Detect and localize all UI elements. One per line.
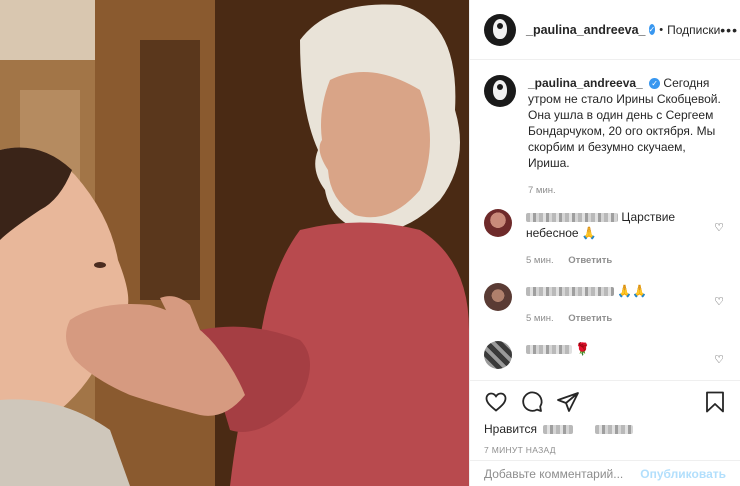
likes-count-redacted[interactable] (594, 424, 633, 434)
comment-item: Царствие небесное 🙏 5 мин. Ответить ♡ (484, 209, 726, 269)
bookmark-icon[interactable] (704, 390, 726, 414)
like-comment-icon[interactable]: ♡ (714, 353, 724, 366)
verified-icon: ✓ (648, 24, 656, 35)
liker-username-redacted[interactable] (542, 424, 573, 434)
reply-button[interactable]: Ответить (568, 255, 612, 266)
more-options-icon[interactable]: ••• (720, 22, 738, 38)
post-header: _paulina_andreeva_ ✓ • Подписки ••• (470, 0, 740, 60)
caption-avatar[interactable] (484, 75, 516, 107)
separator-dot: • (659, 23, 664, 36)
post-side-panel: _paulina_andreeva_ ✓ • Подписки ••• _pau… (469, 0, 740, 486)
heart-icon[interactable] (484, 390, 508, 414)
post-actions: Нравится 7 МИНУТ НАЗАД (470, 380, 740, 455)
add-comment-bar: Добавьте комментарий... Опубликовать (470, 460, 740, 486)
commenter-avatar[interactable] (484, 341, 512, 369)
comment-item: 🙏🙏 5 мин. Ответить ♡ (484, 283, 726, 327)
comment-input[interactable]: Добавьте комментарий... (484, 467, 623, 481)
comment-item: 🌹 ♡ (484, 341, 726, 369)
author-avatar[interactable] (484, 13, 516, 46)
caption-time[interactable]: 7 мин. (528, 183, 726, 199)
commenter-avatar[interactable] (484, 283, 512, 311)
likes-row: Нравится (484, 421, 726, 437)
comments-scroll-area[interactable]: _paulina_andreeva_ ✓ Сегодня утром не ст… (470, 61, 740, 379)
following-button[interactable]: Подписки (667, 23, 720, 37)
caption-verified-icon: ✓ (649, 78, 661, 90)
comment-text: 🙏🙏 (617, 284, 648, 298)
post-caption: _paulina_andreeva_ ✓ Сегодня утром не ст… (484, 75, 726, 199)
commenter-avatar[interactable] (484, 209, 512, 237)
caption-text: Сегодня утром не стало Ирины Скобцевой. … (528, 76, 721, 170)
post-photo[interactable] (0, 0, 469, 486)
comment-time[interactable]: 5 мин. (526, 255, 554, 266)
like-comment-icon[interactable]: ♡ (714, 295, 724, 308)
commenter-username-redacted[interactable] (526, 213, 618, 223)
caption-username[interactable]: _paulina_andreeva_ (528, 76, 643, 90)
commenter-username-redacted[interactable] (526, 287, 614, 297)
reply-button[interactable]: Ответить (568, 313, 612, 324)
likes-label: Нравится (484, 422, 537, 436)
comment-icon[interactable] (520, 390, 544, 414)
share-icon[interactable] (556, 390, 580, 414)
posted-time[interactable]: 7 МИНУТ НАЗАД (484, 445, 726, 455)
like-comment-icon[interactable]: ♡ (714, 221, 724, 234)
publish-button[interactable]: Опубликовать (640, 467, 726, 481)
author-username[interactable]: _paulina_andreeva_ (526, 23, 646, 37)
comment-text: 🌹 (575, 342, 591, 356)
photo-illustration (0, 0, 469, 486)
commenter-username-redacted[interactable] (526, 345, 572, 355)
comment-time[interactable]: 5 мин. (526, 313, 554, 324)
